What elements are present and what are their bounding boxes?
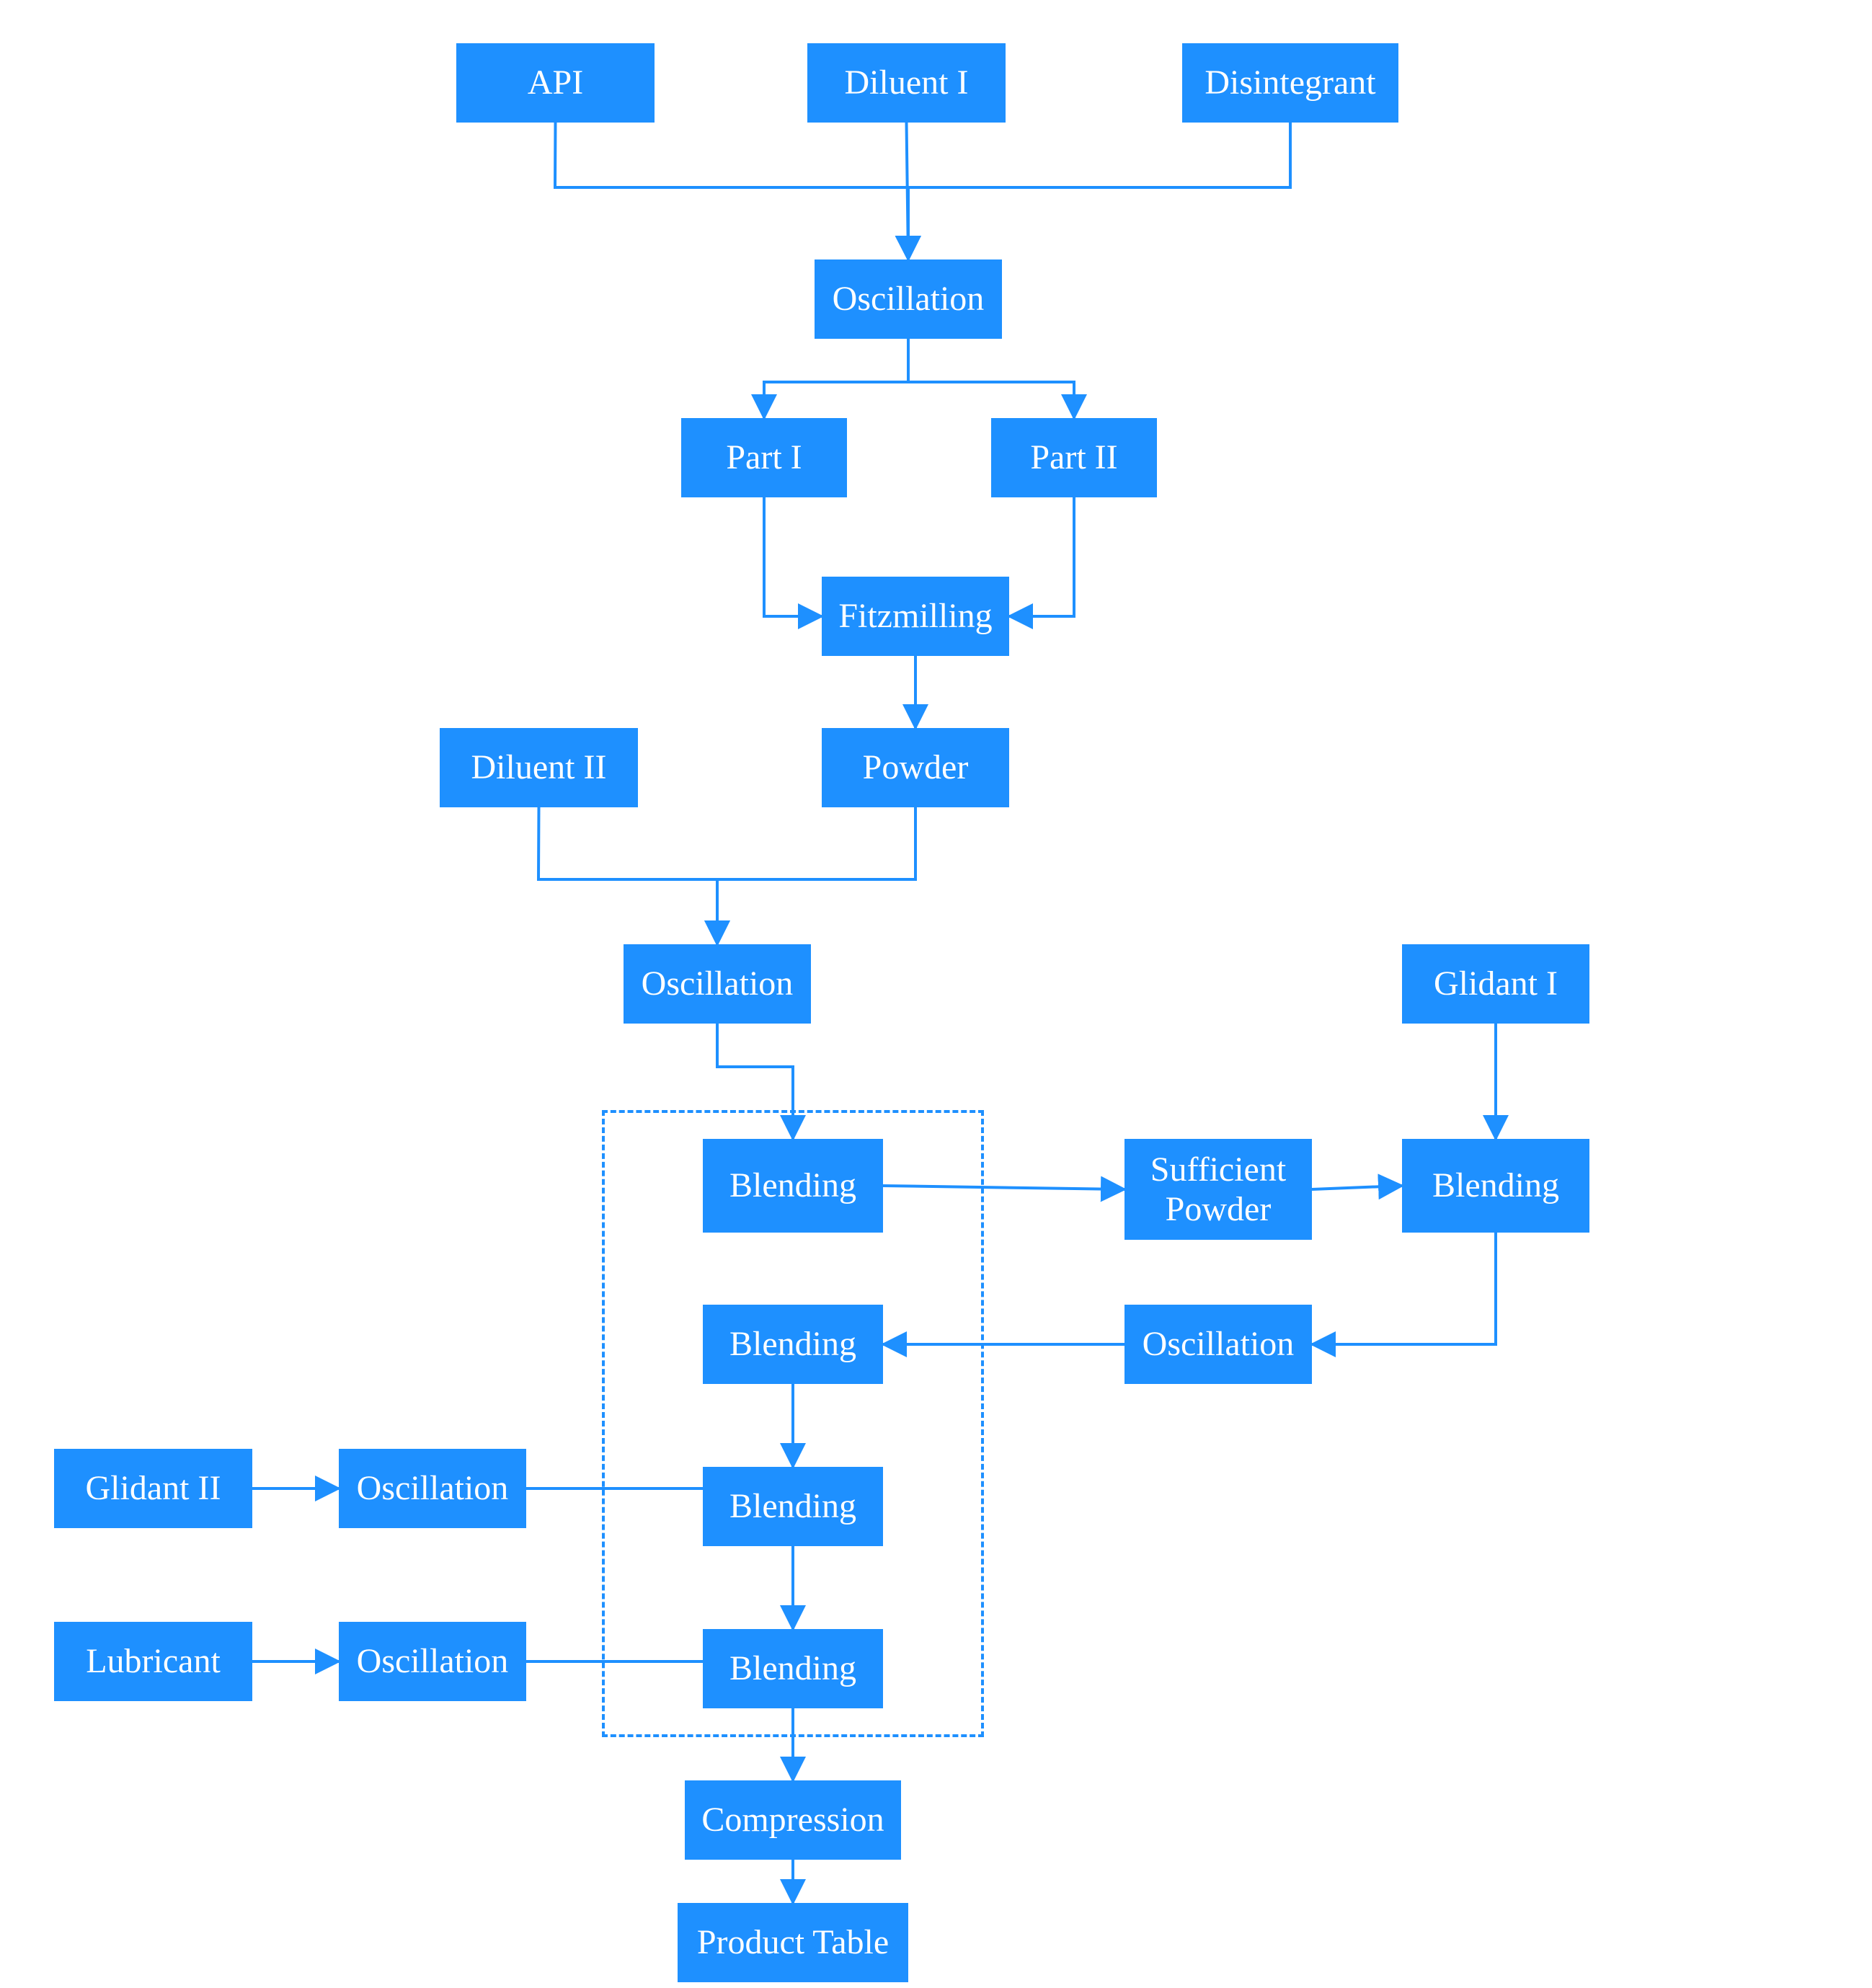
edge-part2-to-fitz xyxy=(1009,497,1074,616)
node-blend3: Blending xyxy=(703,1467,883,1546)
node-product: Product Table xyxy=(678,1903,908,1982)
node-glidant2: Glidant II xyxy=(54,1449,252,1528)
edge-part1-to-fitz xyxy=(764,497,822,616)
edge-diluent2-to-osc2 xyxy=(538,807,717,944)
node-disintegrant: Disintegrant xyxy=(1182,43,1398,123)
node-blend_g1: Blending xyxy=(1402,1139,1589,1233)
edge-blend_g1-to-osc3 xyxy=(1312,1233,1496,1344)
node-compression: Compression xyxy=(685,1780,901,1860)
edge-disintegrant-to-osc1 xyxy=(908,123,1290,259)
node-osc2: Oscillation xyxy=(624,944,811,1024)
node-lubricant: Lubricant xyxy=(54,1622,252,1701)
node-glidant1: Glidant I xyxy=(1402,944,1589,1024)
edge-osc1-to-part1 xyxy=(764,339,908,418)
node-blend1: Blending xyxy=(703,1139,883,1233)
edge-osc1-to-part2 xyxy=(908,339,1074,418)
node-osc_g2: Oscillation xyxy=(339,1449,526,1528)
edge-diluent1-to-osc1 xyxy=(907,123,909,259)
node-suffpowder: Sufficient Powder xyxy=(1124,1139,1312,1240)
node-diluent2: Diluent II xyxy=(440,728,638,807)
node-osc3: Oscillation xyxy=(1124,1305,1312,1384)
edge-powder-to-osc2 xyxy=(717,807,915,944)
node-api: API xyxy=(456,43,655,123)
node-osc_lub: Oscillation xyxy=(339,1622,526,1701)
node-blend2: Blending xyxy=(703,1305,883,1384)
edge-suffpowder-to-blend_g1 xyxy=(1312,1186,1402,1189)
edge-api-to-osc1 xyxy=(555,123,908,259)
node-blend4: Blending xyxy=(703,1629,883,1708)
flowchart-canvas: API Diluent I Disintegrant Oscillation Part … xyxy=(0,0,1872,1988)
node-part1: Part I xyxy=(681,418,847,497)
node-powder: Powder xyxy=(822,728,1009,807)
node-fitz: Fitzmilling xyxy=(822,577,1009,656)
node-osc1: Oscillation xyxy=(815,259,1002,339)
node-diluent1: Diluent I xyxy=(807,43,1006,123)
node-part2: Part II xyxy=(991,418,1157,497)
